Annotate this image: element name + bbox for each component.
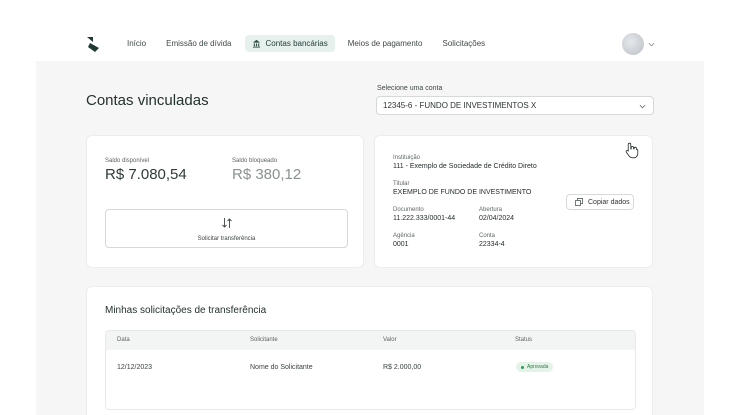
cell-requester: Nome do Solicitante <box>250 364 313 371</box>
copy-data-button[interactable]: Copiar dados <box>566 194 634 210</box>
holder-label: Titular <box>393 181 410 187</box>
nav-item-contas-bancarias[interactable]: Contas bancárias <box>244 35 335 52</box>
main-nav: Início Emissão de dívida Contas bancária… <box>120 35 498 52</box>
avatar[interactable] <box>622 33 644 55</box>
status-badge: Aprovada <box>516 362 554 372</box>
document-label: Documento <box>393 207 424 213</box>
request-transfer-button[interactable]: Solicitar transferência <box>105 209 348 248</box>
section-title: Minhas solicitações de transferência <box>105 305 267 316</box>
available-balance-value: R$ 7.080,54 <box>105 166 187 183</box>
top-navbar: Início Emissão de dívida Contas bancária… <box>0 0 739 61</box>
document-value: 11.222.333/0001-44 <box>393 215 456 222</box>
nav-item-meios-pagamento[interactable]: Meios de pagamento <box>341 35 430 52</box>
opening-date-label: Abertura <box>479 207 503 213</box>
account-select-value: 12345-6 - FUNDO DE INVESTIMENTOS X <box>383 101 537 110</box>
bank-icon <box>252 39 260 48</box>
copy-icon <box>575 198 583 206</box>
cell-value: R$ 2.000,00 <box>383 364 422 371</box>
account-details-card: Instituição 111 - Exemplo de Sociedade d… <box>374 135 653 268</box>
account-number-value: 22334-4 <box>479 241 505 248</box>
column-header-requester: Solicitante <box>250 337 278 343</box>
institution-label: Instituição <box>393 155 421 161</box>
balance-card: Saldo disponível R$ 7.080,54 Saldo bloqu… <box>86 135 364 268</box>
hand-cursor-icon <box>625 142 639 159</box>
account-number-label: Conta <box>479 233 496 239</box>
column-header-date: Data <box>117 337 130 343</box>
account-select[interactable]: 12345-6 - FUNDO DE INVESTIMENTOS X <box>376 96 654 115</box>
institution-value: 111 - Exemplo de Sociedade de Crédito Di… <box>393 163 537 170</box>
logo-icon[interactable] <box>86 36 100 52</box>
copy-data-label: Copiar dados <box>588 198 630 206</box>
nav-item-emissao-divida[interactable]: Emissão de dívida <box>159 35 238 52</box>
main-content: Contas vinculadas Selecione uma conta 12… <box>36 61 704 415</box>
status-dot-icon <box>521 365 524 369</box>
agency-label: Agência <box>393 233 415 239</box>
user-menu[interactable] <box>622 33 655 55</box>
account-select-label: Selecione uma conta <box>377 85 443 92</box>
chevron-down-icon <box>648 42 655 46</box>
chevron-down-icon <box>639 104 646 109</box>
nav-item-label: Contas bancárias <box>265 39 328 48</box>
blocked-balance-label: Saldo bloqueado <box>232 158 278 164</box>
agency-value: 0001 <box>393 241 409 248</box>
blocked-balance-value: R$ 380,12 <box>232 166 302 183</box>
nav-item-inicio[interactable]: Início <box>120 35 153 52</box>
holder-value: EXEMPLO DE FUNDO DE INVESTIMENTO <box>393 189 532 196</box>
transfer-arrows-icon <box>222 218 232 228</box>
transfer-requests-card: Minhas solicitações de transferência Dat… <box>86 286 653 415</box>
transfer-requests-table: Data Solicitante Valor Status 12/12/2023… <box>105 330 636 410</box>
available-balance-label: Saldo disponível <box>105 158 150 164</box>
request-transfer-label: Solicitar transferência <box>197 236 256 242</box>
column-header-value: Valor <box>383 337 397 343</box>
opening-date-value: 02/04/2024 <box>479 215 515 222</box>
status-label: Aprovada <box>527 364 549 370</box>
nav-item-solicitacoes[interactable]: Solicitações <box>435 35 492 52</box>
page-title: Contas vinculadas <box>86 92 209 109</box>
column-header-status: Status <box>515 337 533 343</box>
table-header: Data Solicitante Valor Status <box>106 331 635 350</box>
cell-date: 12/12/2023 <box>117 364 153 371</box>
